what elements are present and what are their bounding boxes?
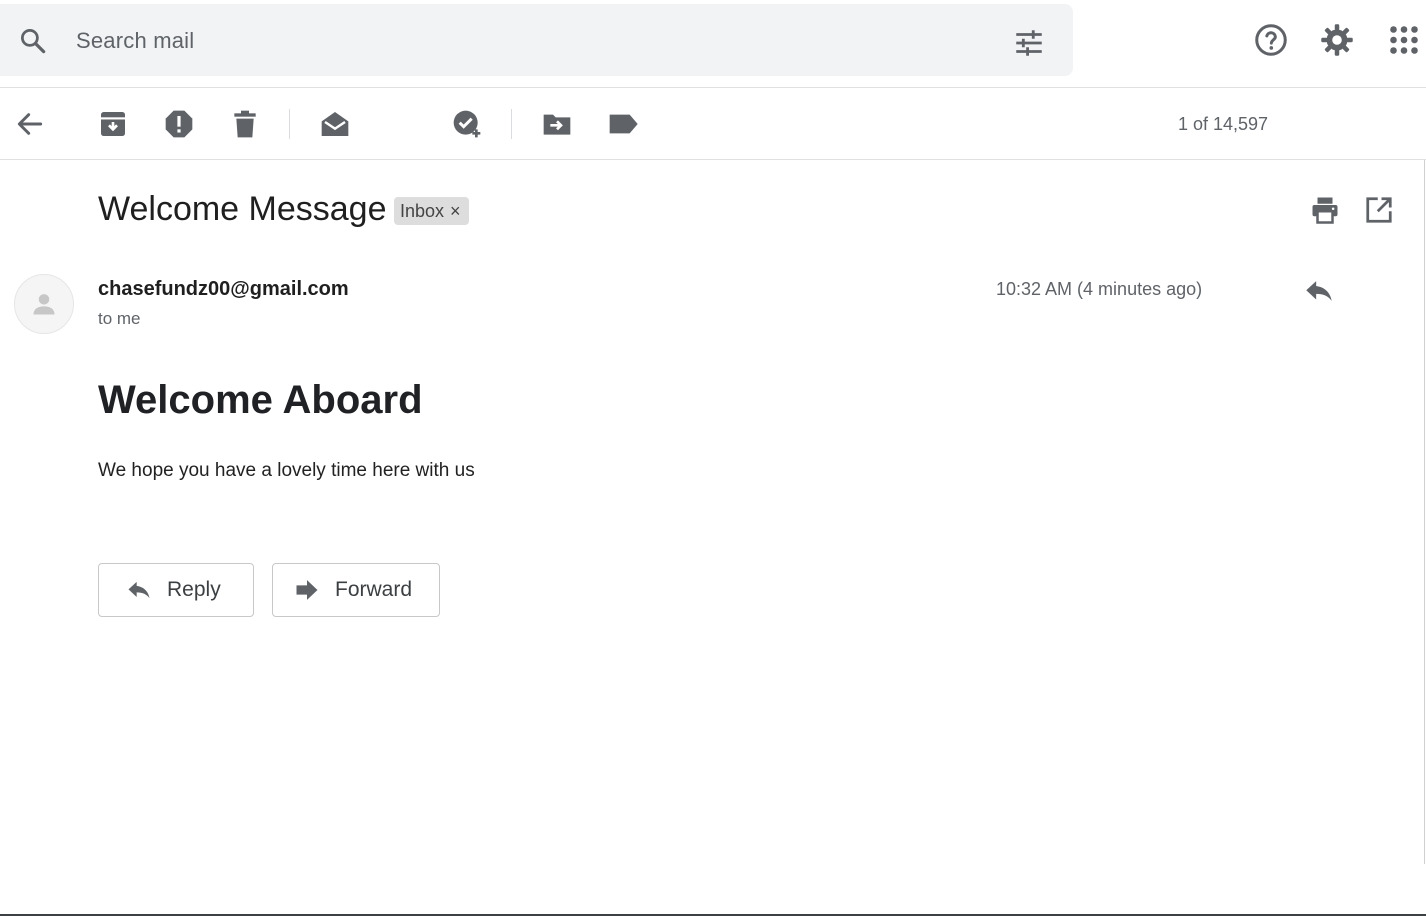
- arrow-left-icon[interactable]: [14, 108, 46, 140]
- forward-button[interactable]: Forward: [272, 563, 440, 617]
- email-body-heading: Welcome Aboard: [98, 378, 423, 422]
- window-bottom-border: [0, 914, 1426, 916]
- remove-label-button[interactable]: ×: [450, 202, 461, 220]
- search-bar[interactable]: Search mail: [0, 4, 1073, 76]
- help-icon[interactable]: [1253, 22, 1289, 58]
- print-icon[interactable]: [1310, 195, 1340, 225]
- search-input[interactable]: Search mail: [76, 28, 194, 54]
- toolbar-separator: [511, 109, 512, 139]
- search-icon[interactable]: [18, 26, 48, 56]
- label-chip-text: Inbox: [400, 200, 445, 221]
- move-to-icon[interactable]: [541, 108, 573, 140]
- forward-icon: [296, 580, 318, 600]
- report-spam-icon[interactable]: [163, 108, 195, 140]
- trash-icon[interactable]: [229, 108, 261, 140]
- recipient-details[interactable]: to me: [98, 309, 141, 329]
- label-chip-inbox[interactable]: Inbox ×: [394, 197, 469, 225]
- toolbar-separator: [289, 109, 290, 139]
- reply-icon[interactable]: [1302, 274, 1336, 308]
- email-body-text: We hope you have a lovely time here with…: [98, 460, 475, 481]
- reply-icon: [128, 581, 150, 599]
- add-task-icon[interactable]: [451, 108, 483, 140]
- message-subject: Welcome Message: [98, 190, 387, 228]
- header-divider: [0, 87, 1426, 88]
- label-icon[interactable]: [607, 108, 639, 140]
- gmail-message-view: Search mail 1 of 14,597 Welcome Message …: [0, 0, 1426, 917]
- toolbar-divider: [0, 159, 1426, 160]
- forward-button-label: Forward: [335, 578, 413, 601]
- scrollbar-track[interactable]: [1424, 160, 1425, 864]
- avatar[interactable]: [14, 274, 74, 334]
- reply-button[interactable]: Reply: [98, 563, 254, 617]
- gear-icon[interactable]: [1319, 22, 1355, 58]
- message-timestamp: 10:32 AM (4 minutes ago): [996, 279, 1203, 299]
- sender-email[interactable]: chasefundz00@gmail.com: [98, 278, 349, 301]
- open-in-new-icon[interactable]: [1364, 195, 1394, 225]
- tune-icon[interactable]: [1012, 26, 1046, 60]
- reply-button-label: Reply: [167, 578, 221, 601]
- mark-unread-icon[interactable]: [319, 108, 351, 140]
- archive-icon[interactable]: [97, 108, 129, 140]
- pagination-count: 1 of 14,597: [1177, 114, 1269, 134]
- apps-grid-icon[interactable]: [1386, 22, 1422, 58]
- person-icon: [33, 294, 55, 315]
